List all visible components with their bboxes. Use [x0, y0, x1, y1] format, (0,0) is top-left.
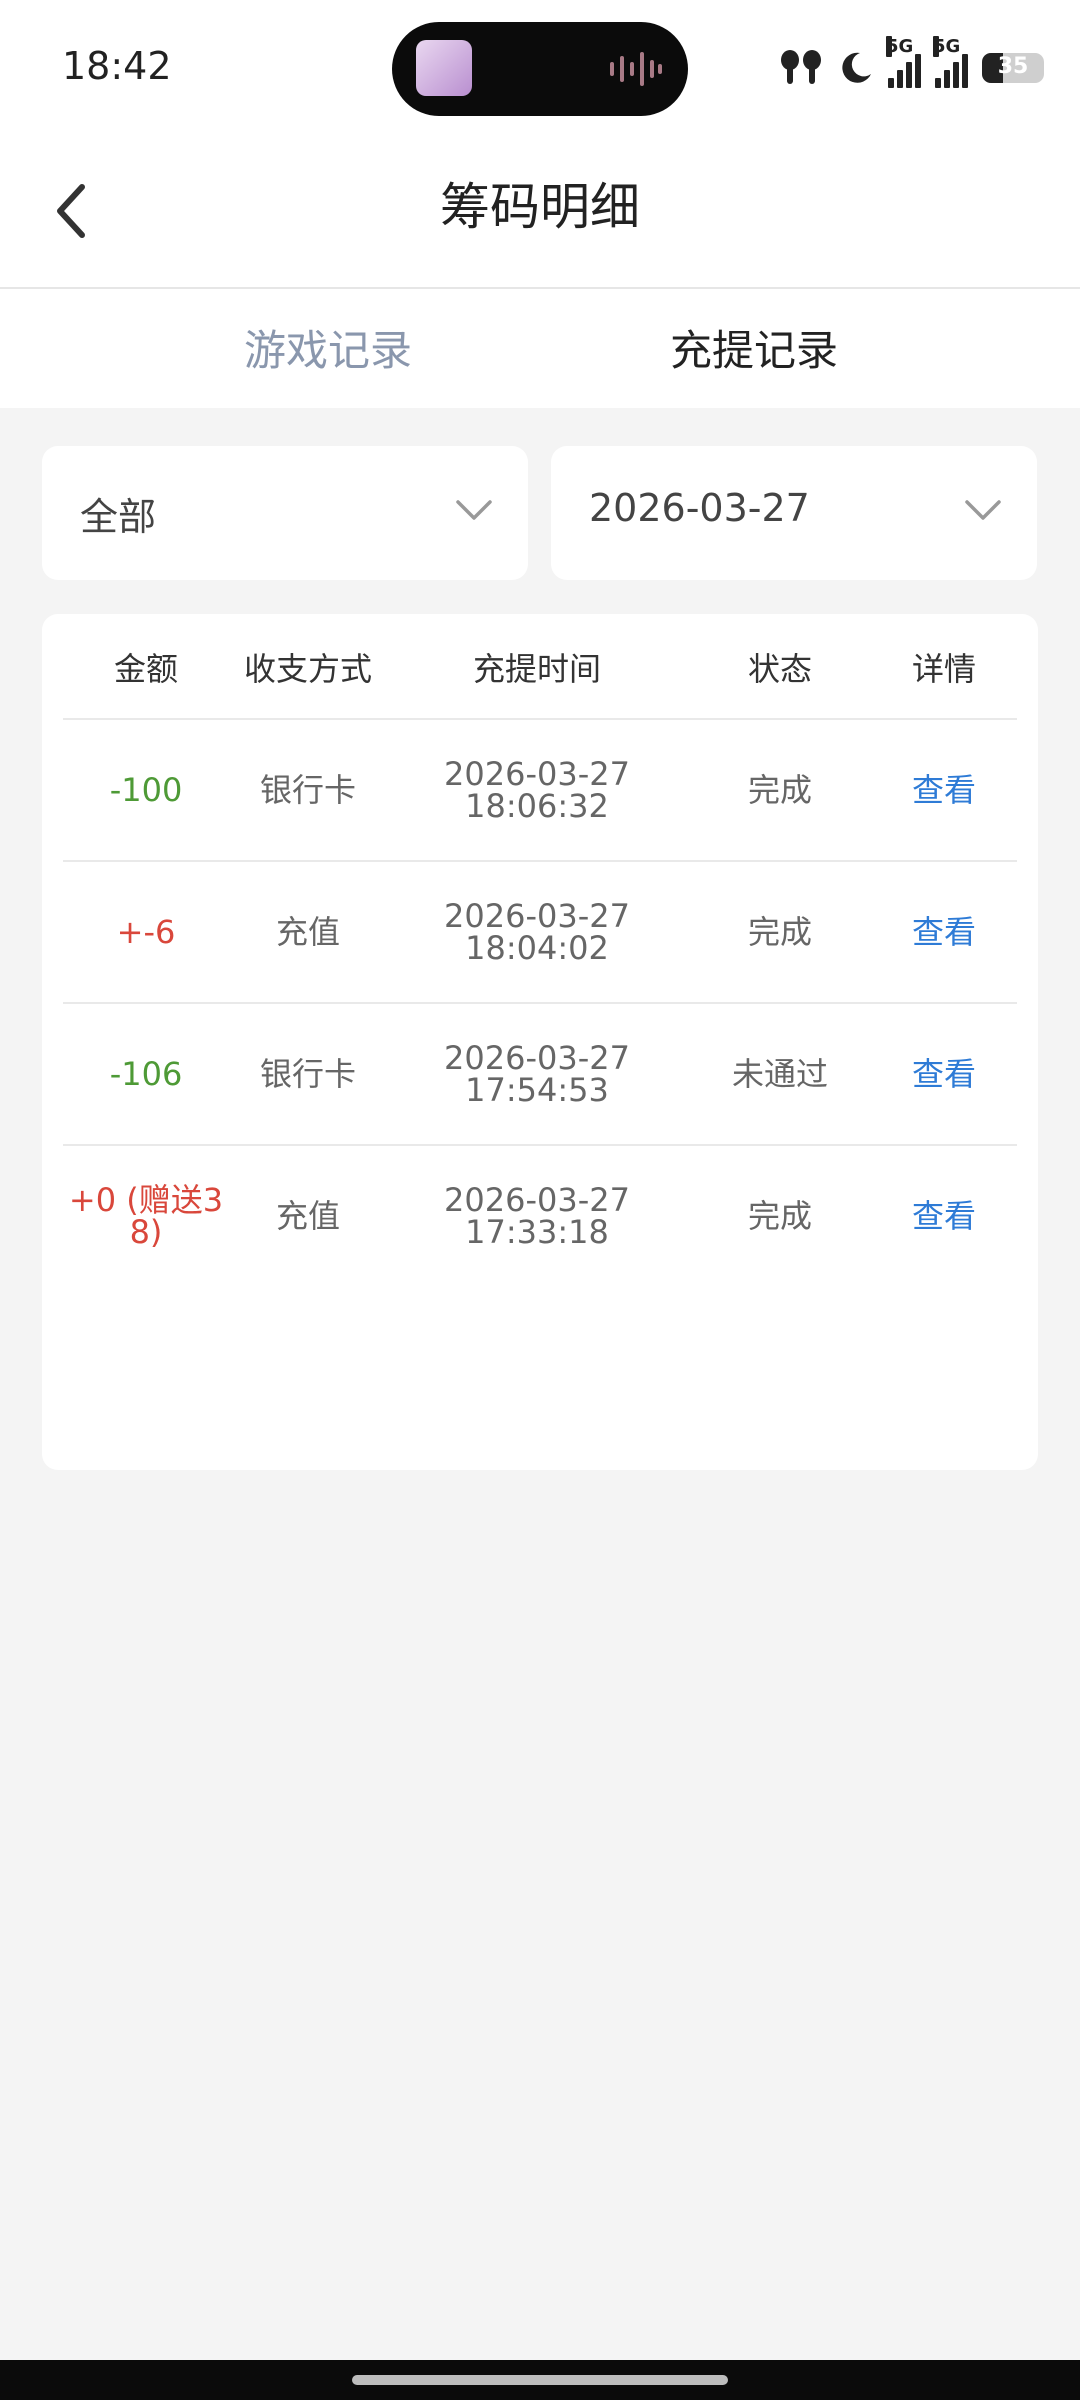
- type-filter-dropdown[interactable]: 全部: [42, 446, 528, 580]
- row-time: 18:04:02: [465, 929, 609, 967]
- status-bar: 18:42 5G 5G 35: [0, 0, 1080, 135]
- row-method: 充值: [275, 913, 341, 951]
- row-amount: -100: [109, 771, 183, 809]
- row-time: 17:33:18: [465, 1213, 609, 1251]
- battery-icon: 35: [982, 53, 1044, 83]
- row-datetime: 2026-03-27 17:54:53: [444, 1042, 630, 1106]
- home-indicator[interactable]: [352, 2375, 728, 2385]
- media-thumbnail: [416, 40, 472, 96]
- signal-icon: 5G: [886, 36, 921, 88]
- view-detail-link[interactable]: 查看: [912, 774, 976, 806]
- row-datetime: 2026-03-27 17:33:18: [444, 1184, 630, 1248]
- date-filter-value: 2026-03-27: [589, 486, 810, 530]
- column-detail: 详情: [911, 650, 977, 688]
- table-row: +-6 充值 2026-03-27 18:04:02 完成 查看: [42, 862, 1038, 1002]
- date-filter-dropdown[interactable]: 2026-03-27: [551, 446, 1037, 580]
- tab-deposit-withdraw-records[interactable]: 充提记录: [670, 317, 838, 378]
- audio-wave-icon: [610, 52, 662, 86]
- moon-icon: [842, 52, 871, 83]
- column-time: 充提时间: [472, 650, 602, 688]
- column-amount: 金额: [113, 650, 179, 688]
- row-datetime: 2026-03-27 18:06:32: [444, 758, 630, 822]
- view-detail-link[interactable]: 查看: [912, 1200, 976, 1232]
- dynamic-island[interactable]: [392, 22, 688, 116]
- row-method: 银行卡: [259, 1055, 357, 1093]
- view-detail-link[interactable]: 查看: [912, 916, 976, 948]
- chevron-down-icon: [965, 500, 1001, 520]
- records-table: 金额 收支方式 充提时间 状态 详情 -100 银行卡 2026-03-27 1…: [42, 614, 1038, 1470]
- row-amount: +-6: [116, 913, 176, 951]
- row-status: 完成: [747, 913, 813, 951]
- row-date: 2026-03-27: [444, 1039, 630, 1077]
- row-date: 2026-03-27: [444, 755, 630, 793]
- table-header: 金额 收支方式 充提时间 状态 详情: [42, 614, 1038, 718]
- row-time: 18:06:32: [465, 787, 609, 825]
- earbuds-icon: [781, 50, 821, 84]
- row-method: 银行卡: [259, 771, 357, 809]
- type-filter-value: 全部: [80, 495, 157, 539]
- row-amount-line2: 8): [129, 1213, 163, 1251]
- view-detail-link[interactable]: 查看: [912, 1058, 976, 1090]
- tab-game-records[interactable]: 游戏记录: [244, 317, 412, 378]
- row-time: 17:54:53: [465, 1071, 609, 1109]
- column-status: 状态: [747, 650, 813, 688]
- row-status: 未通过: [731, 1055, 829, 1093]
- row-amount: +0 (赠送3 8): [69, 1184, 223, 1248]
- row-date: 2026-03-27: [444, 897, 630, 935]
- navigation-bar: [0, 2360, 1080, 2400]
- table-row: -106 银行卡 2026-03-27 17:54:53 未通过 查看: [42, 1004, 1038, 1144]
- row-method: 充值: [275, 1197, 341, 1235]
- status-time: 18:42: [62, 44, 172, 88]
- table-row: +0 (赠送3 8) 充值 2026-03-27 17:33:18 完成 查看: [42, 1146, 1038, 1286]
- signal-icon-2: 5G: [933, 36, 968, 88]
- column-method: 收支方式: [243, 650, 373, 688]
- row-datetime: 2026-03-27 18:04:02: [444, 900, 630, 964]
- chevron-down-icon: [456, 500, 492, 520]
- page-title: 筹码明细: [440, 178, 640, 236]
- row-date: 2026-03-27: [444, 1181, 630, 1219]
- app-header: 筹码明细: [0, 135, 1080, 289]
- row-status: 完成: [747, 1197, 813, 1235]
- row-amount: -106: [109, 1055, 183, 1093]
- table-row: -100 银行卡 2026-03-27 18:06:32 完成 查看: [42, 720, 1038, 860]
- row-status: 完成: [747, 771, 813, 809]
- tab-bar: 游戏记录 充提记录: [0, 289, 1080, 408]
- status-icons: 5G 5G 35: [778, 36, 1044, 96]
- row-amount-line1: +0 (赠送3: [68, 1181, 224, 1219]
